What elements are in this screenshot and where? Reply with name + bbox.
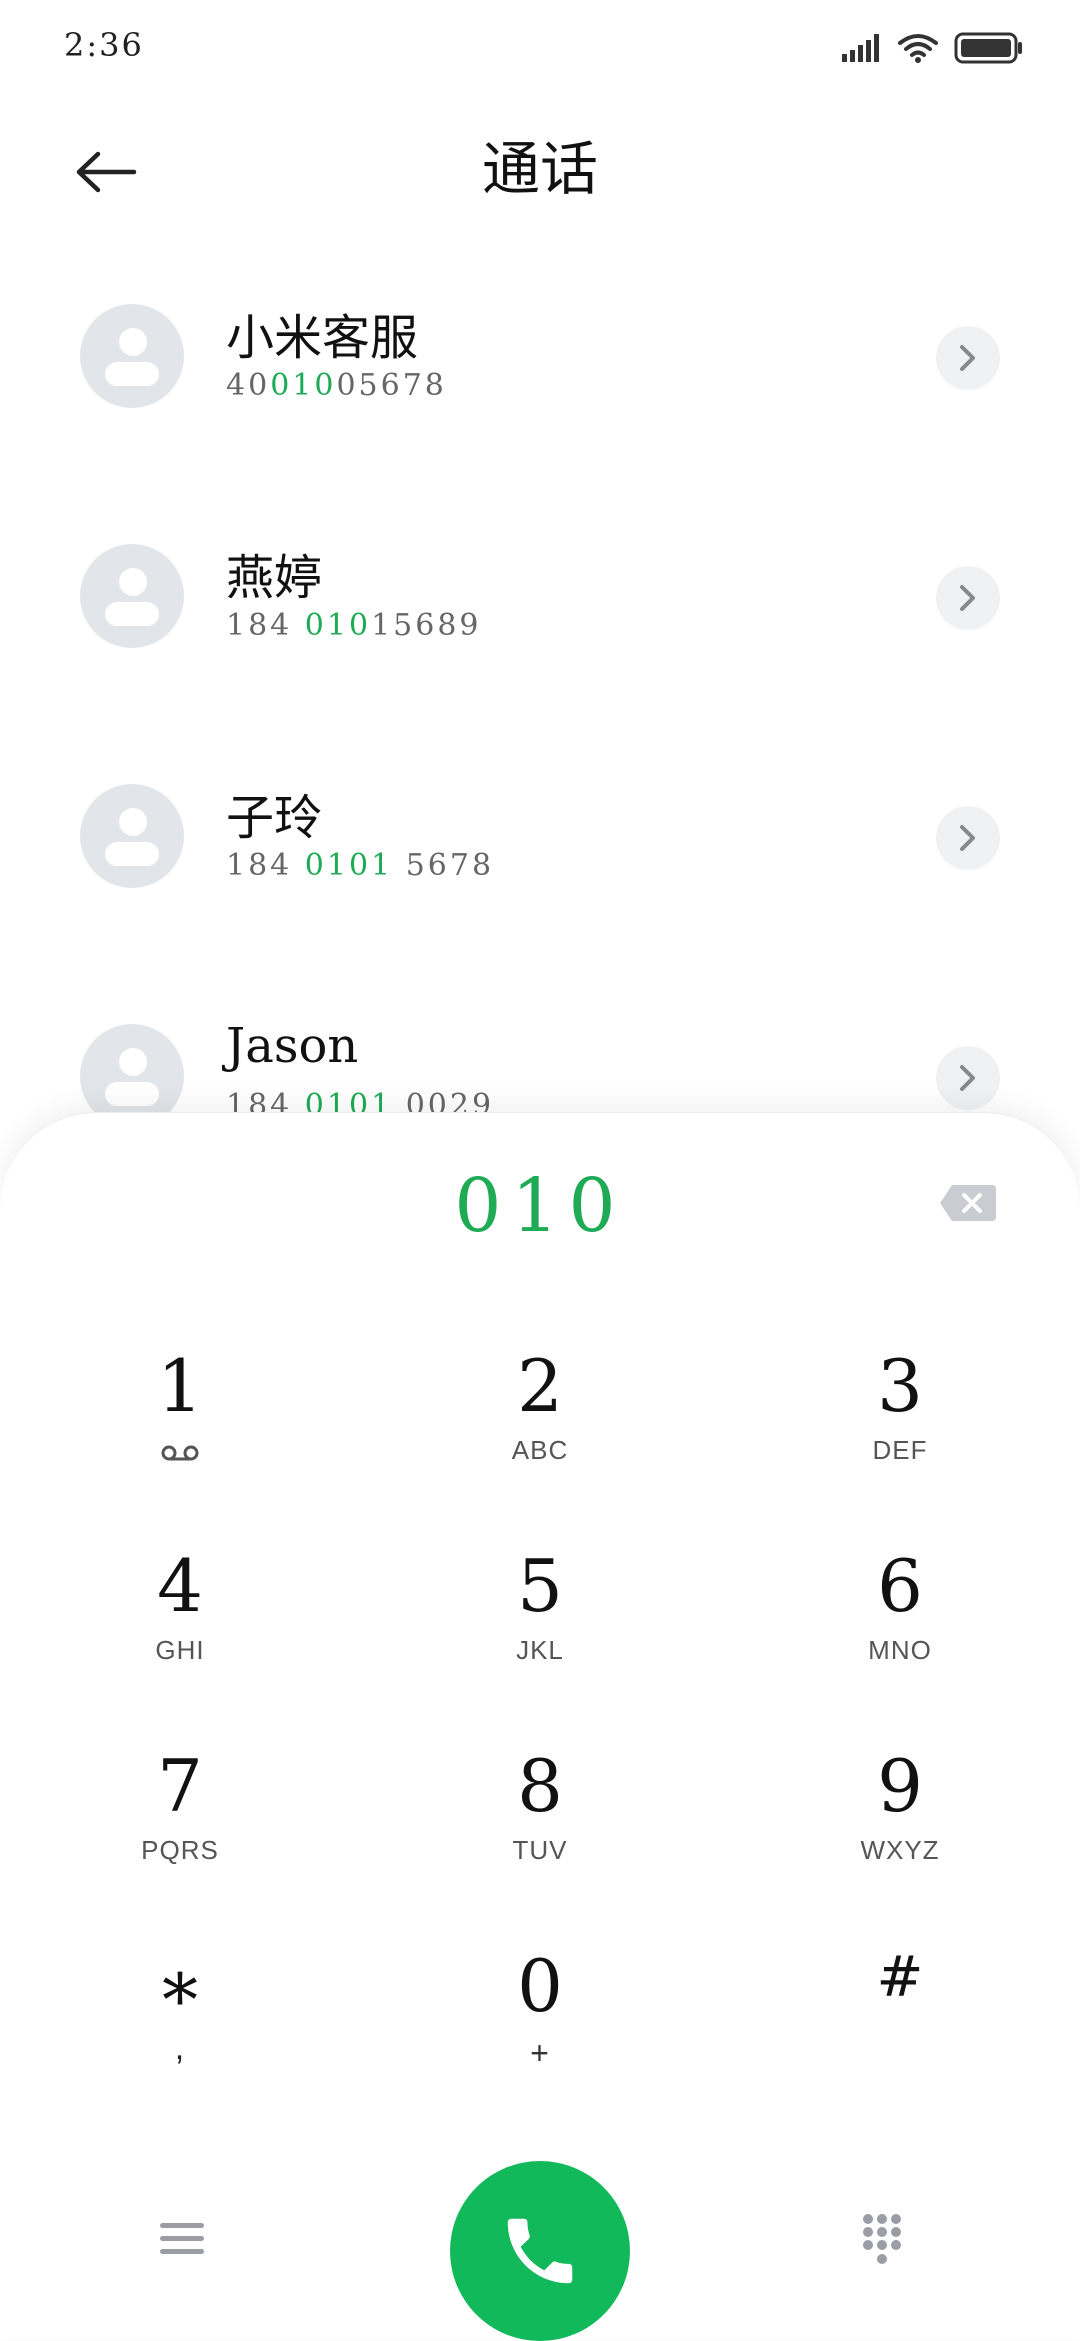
chevron-right-icon (960, 825, 975, 851)
key-0[interactable]: 0 + (360, 1933, 720, 2133)
contact-row[interactable]: 子玲 184 0101 5678 (0, 760, 1080, 960)
key-digit: # (876, 1945, 924, 2010)
key-6[interactable]: 6 MNO (720, 1533, 1080, 1733)
contact-detail-button[interactable] (936, 326, 1000, 390)
menu-button[interactable] (160, 2219, 220, 2279)
key-letters: JKL (516, 1635, 564, 1665)
key-hash[interactable]: # (720, 1933, 1080, 2133)
key-7[interactable]: 7 PQRS (0, 1733, 360, 1933)
avatar (80, 544, 184, 648)
contact-detail-button[interactable] (936, 1046, 1000, 1110)
status-time: 2:36 (64, 26, 144, 64)
key-digit: 4 (157, 1544, 203, 1628)
wifi-icon (898, 34, 938, 63)
page-title: 通话 (481, 135, 598, 203)
key-digit: 0 (517, 1944, 563, 2028)
voicemail-icon (161, 1445, 199, 1461)
key-letters: , (174, 2029, 186, 2067)
avatar (80, 784, 184, 888)
chevron-right-icon (960, 345, 975, 371)
key-letters: DEF (872, 1435, 928, 1465)
header: 通话 (0, 110, 1080, 230)
dial-number-display[interactable]: 010 (0, 1163, 1080, 1249)
phone-icon (507, 2218, 573, 2284)
backspace-icon (940, 1185, 996, 1221)
avatar (80, 304, 184, 408)
contact-number: 184 01015689 (226, 608, 482, 643)
key-star[interactable]: * , (0, 1933, 360, 2133)
dialer-action-bar (0, 2161, 1080, 2341)
chevron-right-icon (960, 585, 975, 611)
keypad-toggle-button[interactable] (860, 2211, 920, 2281)
key-1[interactable]: 1 (0, 1333, 360, 1533)
contact-number: 184 0101 5678 (226, 848, 495, 883)
key-digit: 9 (877, 1744, 923, 1828)
key-4[interactable]: 4 GHI (0, 1533, 360, 1733)
battery-icon (954, 32, 1022, 64)
key-digit: 5 (517, 1544, 563, 1628)
key-9[interactable]: 9 WXYZ (720, 1733, 1080, 1933)
key-2[interactable]: 2 ABC (360, 1333, 720, 1533)
key-digit: 3 (877, 1344, 923, 1428)
contact-name: 小米客服 (226, 310, 419, 366)
contact-detail-button[interactable] (936, 806, 1000, 870)
contact-row[interactable]: 燕婷 184 01015689 (0, 520, 1080, 720)
key-digit: 8 (517, 1744, 563, 1828)
key-letters: GHI (155, 1635, 205, 1665)
signal-icon (842, 34, 879, 62)
contact-name: 子玲 (226, 790, 323, 846)
dialer-panel: 010 1 2 ABC 3 DEF 4 GHI 5 JKL 6 MNO 7 PQ… (0, 1112, 1080, 2341)
contact-name: 燕婷 (226, 550, 323, 606)
dialpad-icon (863, 2214, 901, 2264)
key-letters: + (530, 2035, 550, 2071)
key-digit: 6 (877, 1544, 923, 1628)
contact-detail-button[interactable] (936, 566, 1000, 630)
key-letters: MNO (868, 1635, 932, 1665)
key-3[interactable]: 3 DEF (720, 1333, 1080, 1533)
key-letters: WXYZ (860, 1835, 940, 1865)
key-letters: TUV (512, 1835, 568, 1865)
chevron-right-icon (960, 1065, 975, 1091)
call-button[interactable] (450, 2161, 630, 2341)
contact-number: 4001005678 (226, 368, 447, 403)
key-8[interactable]: 8 TUV (360, 1733, 720, 1933)
key-letters: PQRS (141, 1835, 219, 1865)
key-digit: 2 (517, 1344, 563, 1428)
backspace-button[interactable] (938, 1181, 998, 1225)
menu-icon (160, 2223, 204, 2254)
key-5[interactable]: 5 JKL (360, 1533, 720, 1733)
key-letters: ABC (511, 1435, 569, 1465)
contact-row[interactable]: 小米客服 4001005678 (0, 280, 1080, 480)
status-icons (842, 26, 1024, 70)
status-bar: 2:36 (0, 0, 1080, 96)
key-digit: 7 (157, 1744, 203, 1828)
contact-name: Jason (226, 1018, 359, 1074)
key-digit: 1 (157, 1344, 203, 1428)
